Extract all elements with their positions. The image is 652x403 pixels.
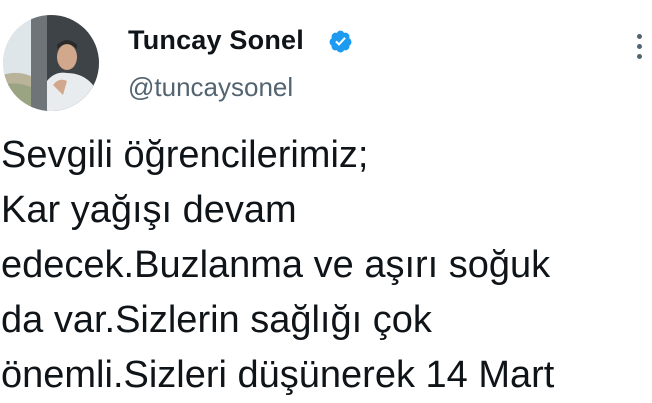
tweet-text-line: Sevgili öğrencilerimiz; [1,134,369,176]
tweet-card: Tuncay Sonel @tuncaysonel Sevgili öğrenc… [0,0,652,400]
verified-badge-icon [329,30,352,53]
tweet-text-line: önemli.Sizleri düşünerek 14 Mart [1,354,555,396]
avatar[interactable] [3,15,99,111]
author-handle[interactable]: @tuncaysonel [128,72,293,103]
tweet-text-line: da var.Sizlerin sağlığı çok [1,299,432,341]
tweet-text-line: edecek.Buzlanma ve aşırı soğuk [1,244,551,286]
tweet-text-line: Kar yağışı devam [1,189,297,231]
more-options-icon[interactable] [632,34,646,64]
tweet-text: Sevgili öğrencilerimiz; Kar yağışı devam… [1,128,652,403]
author-display-name[interactable]: Tuncay Sonel [128,25,304,56]
